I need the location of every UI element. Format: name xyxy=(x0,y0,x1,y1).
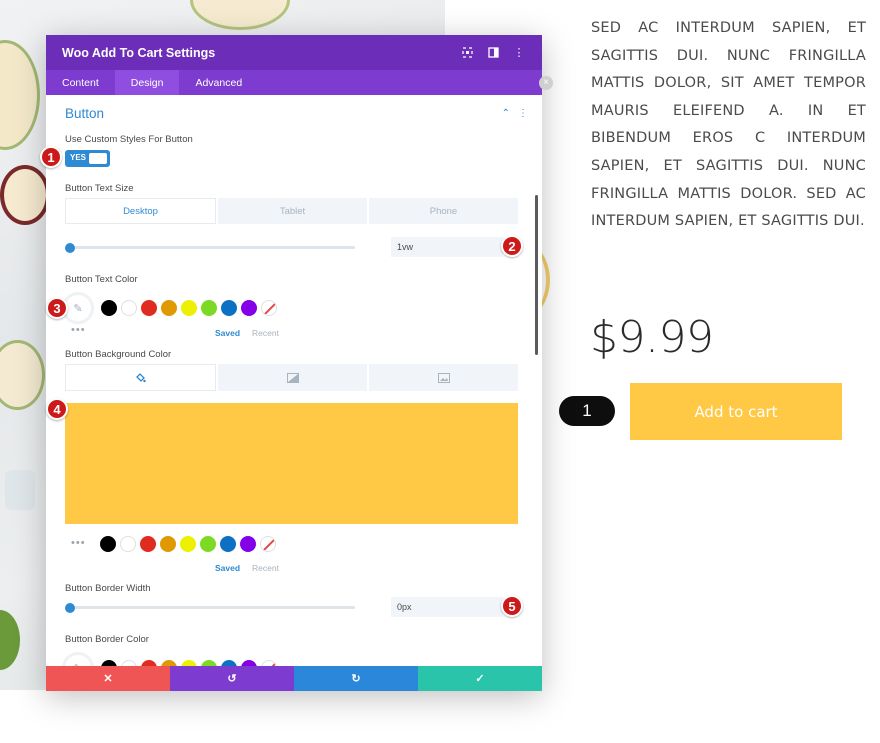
eyedropper-icon[interactable]: ✎ xyxy=(65,655,91,666)
callout-marker: 5 xyxy=(501,595,523,617)
swatch-purple[interactable] xyxy=(241,300,257,316)
settings-modal: Woo Add To Cart Settings ⋮ Content Desig… xyxy=(46,35,542,691)
device-tab-tablet[interactable]: Tablet xyxy=(218,198,367,224)
modal-footer: ✕ ↺ ↻ ✓ xyxy=(46,666,542,691)
tab-design[interactable]: Design xyxy=(114,70,180,95)
border-width-slider-track[interactable] xyxy=(70,606,355,609)
modal-title: Woo Add To Cart Settings xyxy=(62,45,216,60)
modal-body: Button ⌃ ⋮ Use Custom Styles For Button … xyxy=(46,95,542,666)
swatch-none-icon[interactable] xyxy=(261,300,277,316)
saved-tab[interactable]: Saved xyxy=(215,328,240,338)
ice-cube xyxy=(5,470,35,510)
product-price: $9.99 xyxy=(590,312,714,363)
more-colors-icon[interactable]: ••• xyxy=(71,324,86,336)
text-color-label: Button Text Color xyxy=(65,274,138,285)
apple-slice xyxy=(0,340,45,410)
text-size-slider-handle[interactable] xyxy=(65,243,75,253)
add-to-cart-button[interactable]: Add to cart xyxy=(630,383,842,440)
swatch-red[interactable] xyxy=(140,536,156,552)
border-width-input[interactable]: 0px xyxy=(391,597,503,617)
swatch-green[interactable] xyxy=(200,536,216,552)
callout-marker: 1 xyxy=(40,146,62,168)
text-size-label: Button Text Size xyxy=(65,183,134,194)
callout-marker: 3 xyxy=(46,297,68,319)
toggle-knob xyxy=(89,153,107,164)
paint-bucket-icon[interactable] xyxy=(65,364,216,391)
modal-header: Woo Add To Cart Settings ⋮ xyxy=(46,35,542,70)
swatch-white[interactable] xyxy=(120,536,136,552)
device-tab-phone[interactable]: Phone xyxy=(369,198,518,224)
eyedropper-icon[interactable]: ✎ xyxy=(65,295,91,321)
swatch-blue[interactable] xyxy=(221,300,237,316)
split-view-icon[interactable] xyxy=(486,46,500,60)
bg-color-label: Button Background Color xyxy=(65,349,172,360)
swatch-black[interactable] xyxy=(101,300,117,316)
bg-color-preview[interactable] xyxy=(65,403,518,524)
swatch-purple[interactable] xyxy=(240,536,256,552)
apple-slice xyxy=(190,0,290,30)
recent-tab[interactable]: Recent xyxy=(252,328,279,338)
saved-tab[interactable]: Saved xyxy=(215,563,240,573)
product-description: Sed ac interdum sapien, et sagittis dui.… xyxy=(591,20,866,230)
swatch-none-icon[interactable] xyxy=(260,536,276,552)
custom-styles-toggle[interactable]: YES xyxy=(65,150,110,167)
custom-styles-label: Use Custom Styles For Button xyxy=(65,134,193,145)
bg-type-tabs xyxy=(65,364,518,391)
collapse-icon[interactable]: ⌃ xyxy=(502,108,510,119)
toggle-label: YES xyxy=(70,153,87,162)
swatch-red[interactable] xyxy=(141,300,157,316)
gradient-icon[interactable] xyxy=(218,364,367,391)
swatch-yellow[interactable] xyxy=(181,300,197,316)
callout-marker: 2 xyxy=(501,235,523,257)
scrollbar[interactable] xyxy=(535,195,538,355)
check-icon[interactable]: ✓ xyxy=(418,666,542,691)
swatch-yellow[interactable] xyxy=(180,536,196,552)
undo-icon[interactable]: ↺ xyxy=(170,666,294,691)
swatch-orange[interactable] xyxy=(161,300,177,316)
apple-slice xyxy=(0,40,40,150)
apple-slice xyxy=(0,165,50,225)
swatch-green[interactable] xyxy=(201,300,217,316)
tab-content[interactable]: Content xyxy=(46,70,115,95)
border-color-label: Button Border Color xyxy=(65,634,149,645)
close-icon[interactable]: ✕ xyxy=(46,666,170,691)
text-size-input[interactable]: 1vw xyxy=(391,237,503,257)
swatch-orange[interactable] xyxy=(160,536,176,552)
swatch-white[interactable] xyxy=(121,300,137,316)
border-width-slider-handle[interactable] xyxy=(65,603,75,613)
device-tab-desktop[interactable]: Desktop xyxy=(65,198,216,224)
swatch-black[interactable] xyxy=(100,536,116,552)
leaf xyxy=(0,610,20,670)
redo-icon[interactable]: ↻ xyxy=(294,666,418,691)
text-size-device-tabs: Desktop Tablet Phone xyxy=(65,198,518,224)
more-options-icon[interactable]: ⋮ xyxy=(512,46,526,60)
modal-tabs: Content Design Advanced xyxy=(46,70,542,95)
fullscreen-icon[interactable] xyxy=(460,46,474,60)
text-color-swatches xyxy=(101,300,277,316)
callout-marker: 4 xyxy=(46,398,68,420)
section-title[interactable]: Button xyxy=(65,106,104,121)
recent-tab[interactable]: Recent xyxy=(252,563,279,573)
image-icon[interactable] xyxy=(369,364,518,391)
swatch-blue[interactable] xyxy=(220,536,236,552)
text-size-slider-track[interactable] xyxy=(70,246,355,249)
more-colors-icon[interactable]: ••• xyxy=(71,537,86,549)
tab-advanced[interactable]: Advanced xyxy=(179,70,258,95)
border-width-label: Button Border Width xyxy=(65,583,151,594)
close-icon[interactable]: × xyxy=(539,76,553,90)
section-options-icon[interactable]: ⋮ xyxy=(518,108,528,119)
bg-color-swatches xyxy=(100,536,276,552)
quantity-input[interactable]: 1 xyxy=(559,396,615,426)
